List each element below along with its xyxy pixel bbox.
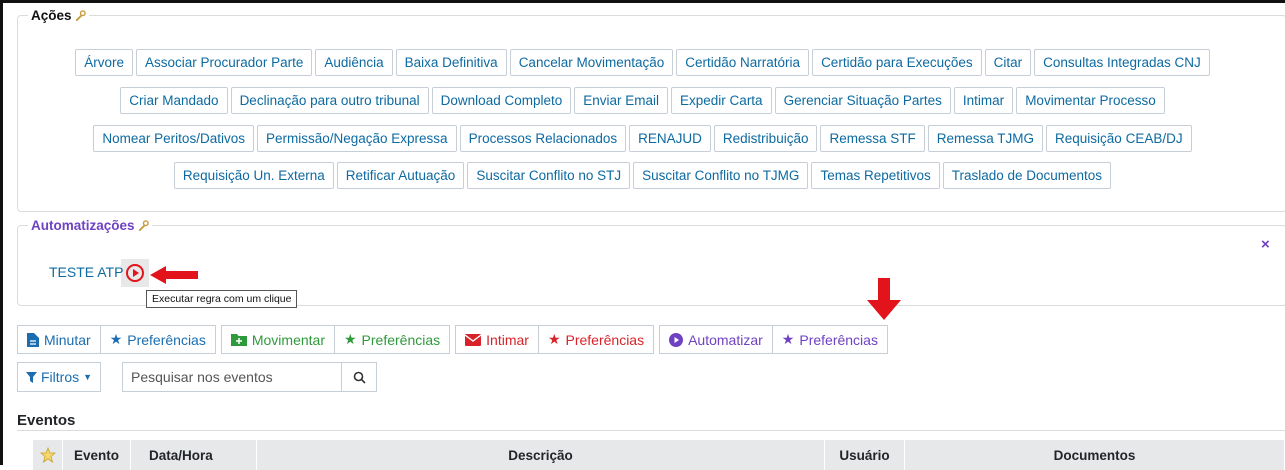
star-icon: ★ [781, 331, 795, 347]
gerenciar-situacao-button[interactable]: Gerenciar Situação Partes [774, 87, 951, 114]
search-button[interactable] [341, 362, 377, 392]
intimar-preferencias-button[interactable]: ★ Preferências [537, 325, 655, 354]
intimar-label: Intimar [486, 331, 529, 348]
automatizar-group: Automatizar ★ Preferências [659, 325, 888, 354]
star-icon[interactable] [33, 440, 63, 470]
movimentar-preferencias-button[interactable]: ★ Preferências [333, 325, 451, 354]
renajud-button[interactable]: RENAJUD [629, 125, 711, 152]
col-data-hora[interactable]: Data/Hora [131, 440, 257, 470]
automatizacoes-title: Automatizações [31, 218, 135, 233]
col-descricao[interactable]: Descrição [257, 440, 825, 470]
annotation-arrow-down-icon [867, 278, 901, 320]
toolbar: Minutar ★ Preferências Movimentar ★ Pref… [17, 325, 893, 354]
baixa-definitiva-button[interactable]: Baixa Definitiva [395, 49, 507, 76]
folder-plus-icon [230, 334, 247, 346]
criar-mandado-button[interactable]: Criar Mandado [120, 87, 228, 114]
search-icon [353, 371, 366, 384]
col-usuario[interactable]: Usuário [825, 440, 905, 470]
temas-repetitivos-button[interactable]: Temas Repetitivos [811, 162, 940, 189]
permissao-negacao-button[interactable]: Permissão/Negação Expressa [256, 125, 457, 152]
filtros-label: Filtros [41, 369, 80, 385]
movimentar-button[interactable]: Movimentar [220, 325, 335, 354]
declinacao-button[interactable]: Declinação para outro tribunal [230, 87, 429, 114]
search-input[interactable] [122, 362, 342, 392]
intimar-button[interactable]: Intimar [455, 325, 539, 354]
enviar-email-button[interactable]: Enviar Email [574, 87, 669, 114]
close-icon[interactable]: × [1261, 236, 1270, 253]
star-icon: ★ [343, 331, 357, 347]
minutar-label: Minutar [44, 331, 91, 348]
acoes-title: Ações [31, 8, 72, 23]
col-documentos[interactable]: Documentos [905, 440, 1285, 470]
play-circle-icon [669, 332, 684, 347]
certidao-execucoes-button[interactable]: Certidão para Execuções [812, 49, 982, 76]
eventos-title: Eventos [17, 412, 76, 429]
eventos-table-header: Evento Data/Hora Descrição Usuário Docum… [33, 440, 1285, 470]
teste-atp-link[interactable]: TESTE ATP [49, 264, 123, 280]
redistribuicao-button[interactable]: Redistribuição [713, 125, 818, 152]
suscitar-tjmg-button[interactable]: Suscitar Conflito no TJMG [633, 162, 809, 189]
play-circle-icon[interactable] [125, 263, 145, 283]
divider [17, 430, 1285, 431]
acoes-row-1: Árvore Associar Procurador Parte Audiênc… [0, 49, 1285, 76]
filter-icon [26, 371, 37, 383]
processos-relacionados-button[interactable]: Processos Relacionados [459, 125, 627, 152]
minutar-group: Minutar ★ Preferências [17, 325, 216, 354]
citar-button[interactable]: Citar [984, 49, 1032, 76]
minutar-button[interactable]: Minutar [17, 325, 101, 354]
cancelar-movimentacao-button[interactable]: Cancelar Movimentação [509, 49, 674, 76]
movimentar-label: Movimentar [251, 331, 325, 348]
wrench-icon[interactable] [75, 10, 86, 21]
minutar-preferencias-button[interactable]: ★ Preferências [99, 325, 216, 354]
automatizar-preferencias-label: Preferências [799, 331, 878, 348]
associar-procurador-button[interactable]: Associar Procurador Parte [136, 49, 313, 76]
minutar-preferencias-label: Preferências [127, 331, 206, 348]
certidao-narratoria-button[interactable]: Certidão Narratória [676, 49, 810, 76]
envelope-icon [465, 333, 482, 346]
acoes-row-3: Nomear Peritos/Dativos Permissão/Negação… [0, 125, 1285, 152]
suscitar-stj-button[interactable]: Suscitar Conflito no STJ [467, 162, 631, 189]
tooltip: Executar regra com um clique [146, 290, 298, 308]
automatizar-preferencias-button[interactable]: ★ Preferências [771, 325, 888, 354]
automatizar-label: Automatizar [688, 331, 763, 348]
requisicao-externa-button[interactable]: Requisição Un. Externa [173, 162, 334, 189]
arvore-button[interactable]: Árvore [75, 49, 134, 76]
automatizar-button[interactable]: Automatizar [659, 325, 773, 354]
acoes-legend: Ações [28, 8, 89, 23]
remessa-stf-button[interactable]: Remessa STF [820, 125, 925, 152]
acoes-row-2: Criar Mandado Declinação para outro trib… [0, 87, 1285, 114]
nomear-peritos-button[interactable]: Nomear Peritos/Dativos [93, 125, 254, 152]
requisicao-ceab-button[interactable]: Requisição CEAB/DJ [1046, 125, 1192, 152]
intimar-preferencias-label: Preferências [565, 331, 645, 348]
intimar-group: Intimar ★ Preferências [455, 325, 655, 354]
audiencia-button[interactable]: Audiência [315, 49, 393, 76]
automatizacoes-legend: Automatizações [28, 218, 152, 233]
remessa-tjmg-button[interactable]: Remessa TJMG [927, 125, 1044, 152]
movimentar-processo-button[interactable]: Movimentar Processo [1016, 87, 1165, 114]
consultas-integradas-button[interactable]: Consultas Integradas CNJ [1034, 49, 1210, 76]
col-evento[interactable]: Evento [63, 440, 131, 470]
retificar-autuacao-button[interactable]: Retificar Autuação [336, 162, 465, 189]
intimar-action-button[interactable]: Intimar [953, 87, 1014, 114]
wrench-icon[interactable] [138, 220, 149, 231]
star-icon: ★ [109, 331, 123, 347]
download-completo-button[interactable]: Download Completo [431, 87, 572, 114]
filtros-dropdown[interactable]: Filtros ▼ [17, 362, 102, 392]
movimentar-group: Movimentar ★ Preferências [220, 325, 451, 354]
acoes-row-4: Requisição Un. Externa Retificar Autuaçã… [0, 162, 1285, 189]
traslado-documentos-button[interactable]: Traslado de Documentos [942, 162, 1112, 189]
star-icon: ★ [547, 331, 561, 347]
file-icon [27, 332, 39, 347]
expedir-carta-button[interactable]: Expedir Carta [671, 87, 772, 114]
caret-down-icon: ▼ [83, 372, 93, 382]
annotation-arrow-left-icon [150, 266, 198, 284]
movimentar-preferencias-label: Preferências [361, 331, 441, 348]
